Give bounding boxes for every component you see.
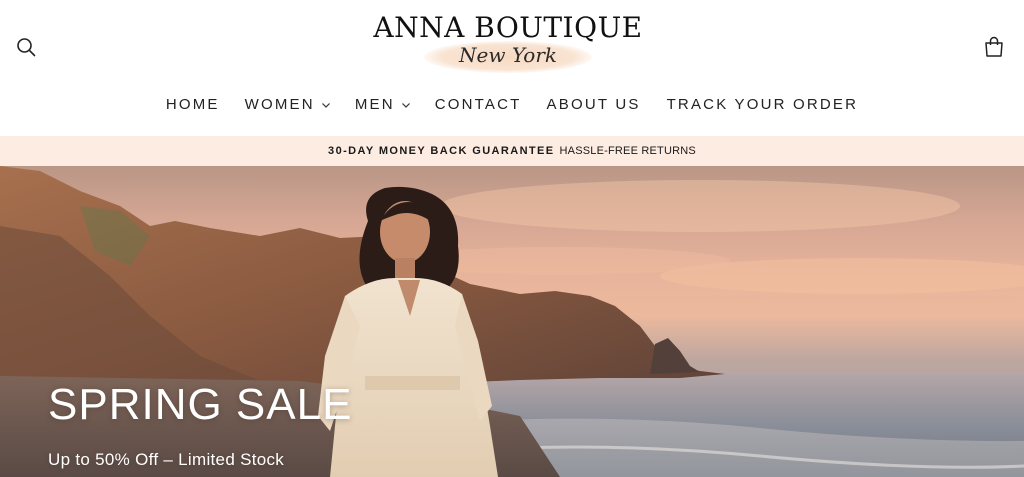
nav-item-label: ABOUT US xyxy=(546,95,641,113)
nav-item-about-us[interactable]: ABOUT US xyxy=(547,92,641,116)
announcement-bold-text: 30-DAY MONEY BACK GUARANTEE xyxy=(328,145,555,157)
hero-banner[interactable]: SPRING SALE Up to 50% Off – Limited Stoc… xyxy=(0,166,1024,477)
main-nav: HOME WOMEN MEN CONTACT ABOUT US TRACK YO… xyxy=(0,92,1024,116)
nav-item-men[interactable]: MEN xyxy=(355,92,411,116)
search-icon xyxy=(17,38,36,57)
cart-button[interactable] xyxy=(979,32,1009,62)
nav-item-label: CONTACT xyxy=(434,95,522,113)
search-button[interactable] xyxy=(12,33,40,61)
nav-item-label: HOME xyxy=(165,95,220,113)
nav-item-home[interactable]: HOME xyxy=(166,92,220,116)
logo-subtitle: New York xyxy=(459,43,557,67)
announcement-bar: 30-DAY MONEY BACK GUARANTEE HASSLE-FREE … xyxy=(0,136,1024,166)
shopping-bag-icon xyxy=(985,36,1003,57)
brand-logo[interactable]: ANNA BOUTIQUE New York xyxy=(372,8,644,76)
hero-title: SPRING SALE xyxy=(48,380,353,429)
hero-subtitle: Up to 50% Off – Limited Stock xyxy=(48,450,285,469)
nav-item-women[interactable]: WOMEN xyxy=(245,92,331,116)
nav-item-label: TRACK YOUR ORDER xyxy=(666,95,859,113)
nav-item-track-order[interactable]: TRACK YOUR ORDER xyxy=(667,92,859,116)
logo-title: ANNA BOUTIQUE xyxy=(373,11,643,44)
nav-item-label: MEN xyxy=(354,95,395,113)
site-header: ANNA BOUTIQUE New York HOME WOMEN MEN CO… xyxy=(0,0,1024,136)
announcement-text: HASSLE-FREE RETURNS xyxy=(559,145,696,157)
nav-item-contact[interactable]: CONTACT xyxy=(435,92,522,116)
chevron-down-icon xyxy=(321,103,330,108)
nav-item-label: WOMEN xyxy=(244,95,315,113)
chevron-down-icon xyxy=(401,103,410,108)
hero-image xyxy=(0,166,1024,477)
